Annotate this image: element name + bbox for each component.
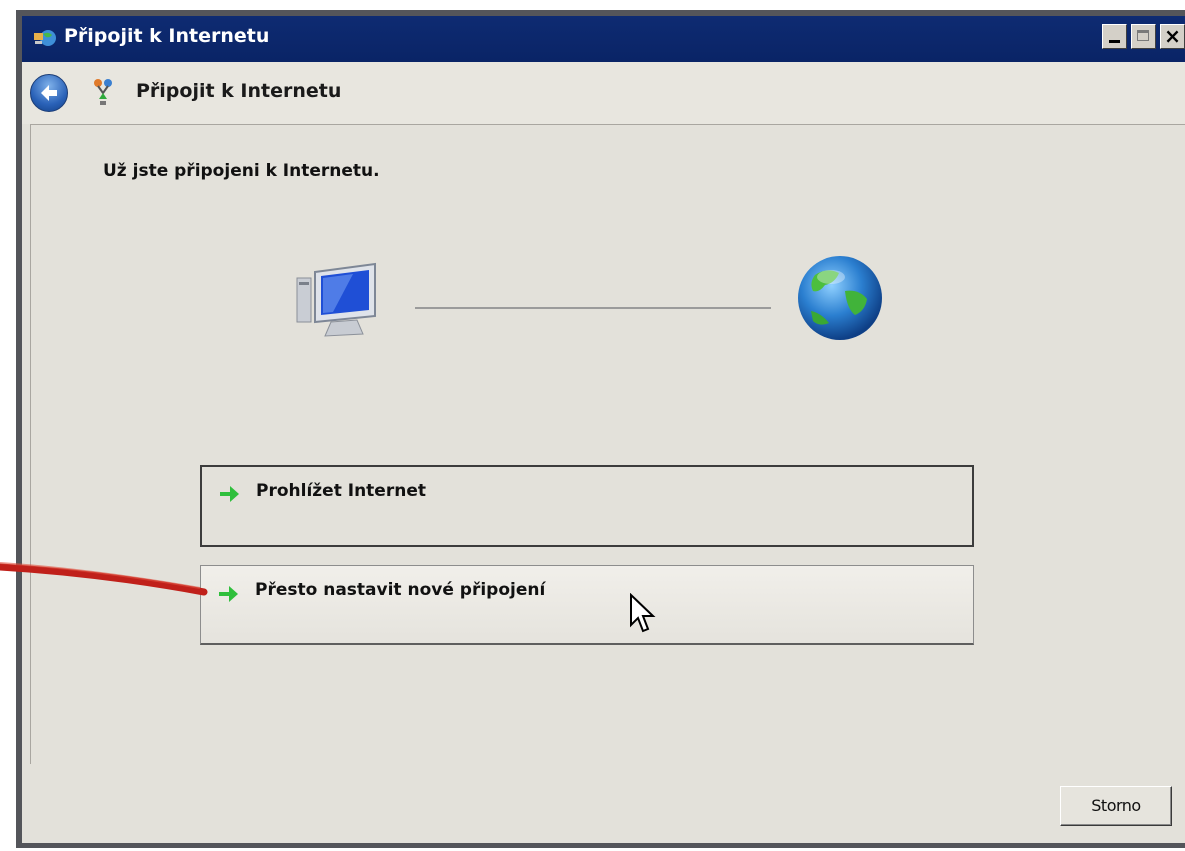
- connect-wizard-icon: [94, 79, 112, 105]
- green-arrow-icon: [219, 586, 238, 602]
- title-bar[interactable]: Připojit k Internetu ×: [22, 16, 1185, 62]
- setup-new-connection-task[interactable]: Přesto nastavit nové připojení: [200, 565, 974, 645]
- network-icon: [34, 30, 56, 46]
- maximize-button[interactable]: [1131, 24, 1156, 49]
- window-title: Připojit k Internetu: [64, 25, 270, 47]
- green-arrow-icon: [220, 486, 239, 502]
- browse-internet-task[interactable]: Prohlížet Internet: [200, 465, 974, 547]
- wizard-client: Připojit k Internetu Už jste připojeni k…: [22, 62, 1185, 843]
- close-icon: ×: [1164, 24, 1181, 48]
- wizard-footer: Storno: [22, 764, 1185, 843]
- wizard-window: Připojit k Internetu × Připojit k Intern…: [16, 10, 1185, 848]
- wizard-nav-bar: Připojit k Internetu: [22, 62, 1185, 124]
- globe-icon: [798, 256, 882, 340]
- wizard-title: Připojit k Internetu: [136, 80, 342, 102]
- minimize-button[interactable]: [1102, 24, 1127, 49]
- task-label: Prohlížet Internet: [256, 481, 426, 501]
- mouse-cursor-icon: [630, 593, 656, 633]
- back-arrow-icon: [41, 85, 57, 101]
- maximize-icon: [1137, 30, 1149, 41]
- close-button[interactable]: ×: [1160, 24, 1185, 49]
- minimize-icon: [1109, 40, 1120, 43]
- annotation-arrow: [0, 562, 208, 596]
- task-label: Přesto nastavit nové připojení: [255, 580, 546, 600]
- computer-icon: [296, 262, 376, 337]
- status-message: Už jste připojeni k Internetu.: [103, 161, 380, 181]
- connection-line: [415, 307, 771, 309]
- cancel-button[interactable]: Storno: [1060, 786, 1172, 826]
- back-button[interactable]: [30, 74, 68, 112]
- wizard-content: Už jste připojeni k Internetu. Prohlížet…: [30, 124, 1185, 766]
